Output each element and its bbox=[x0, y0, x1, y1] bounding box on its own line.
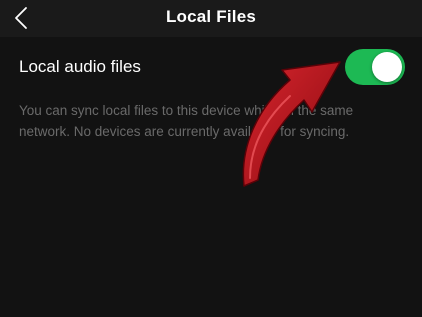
local-audio-files-toggle[interactable] bbox=[345, 49, 405, 85]
navigation-bar: Local Files bbox=[0, 0, 422, 38]
sync-description: You can sync local files to this device … bbox=[19, 103, 354, 139]
toggle-knob bbox=[372, 52, 402, 82]
page-title: Local Files bbox=[165, 7, 257, 26]
local-audio-files-label: Local audio files bbox=[19, 57, 141, 76]
